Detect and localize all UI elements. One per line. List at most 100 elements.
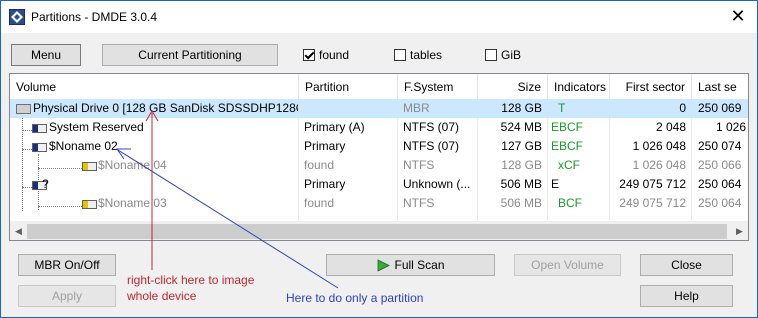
drive-icon <box>16 104 31 114</box>
menu-button-label: Menu <box>30 48 62 62</box>
cell-volume: System Reserved <box>49 120 144 134</box>
cell-size: 128 GB <box>501 158 542 172</box>
cell-last-sector: 250 074 <box>698 139 742 153</box>
menu-button[interactable]: Menu <box>11 44 81 66</box>
table-row[interactable]: $Noname 03 found NTFS 506 MB BCF 249 075… <box>10 194 748 213</box>
annotation-red-line-1: right-click here to image <box>127 273 255 287</box>
cell-last-sector: 250 064 <box>698 196 742 210</box>
cell-partition: Primary <box>304 139 346 153</box>
gib-checkbox-label: GiB <box>501 48 522 62</box>
open-volume-label: Open Volume <box>531 258 604 272</box>
gib-checkbox-box[interactable] <box>485 49 497 61</box>
cell-size: 127 GB <box>501 139 542 153</box>
cell-last-sector: 250 064 <box>698 177 742 191</box>
cell-indicators: T <box>558 101 566 115</box>
found-partition-icon <box>82 162 97 171</box>
tables-checkbox-box[interactable] <box>394 49 406 61</box>
current-partitioning-button[interactable]: Current Partitioning <box>102 44 278 66</box>
scroll-left-icon[interactable]: ◀ <box>10 222 27 240</box>
mbr-on-off-label: MBR On/Off <box>34 258 100 272</box>
close-label: Close <box>671 258 702 272</box>
column-header-last-sector[interactable]: Last se <box>692 74 748 99</box>
table-row[interactable]: ? Primary Unknown (... 506 MB E 249 075 … <box>10 175 748 194</box>
cell-partition: Primary (A) <box>304 120 365 134</box>
cell-volume: ? <box>42 177 49 191</box>
window-title: Partitions - DMDE 3.0.4 <box>31 10 158 24</box>
cell-first-sector: 2 048 <box>655 120 686 134</box>
help-button[interactable]: Help <box>640 285 733 307</box>
cell-volume: Physical Drive 0 [128 GB SanDisk SDSSDHP… <box>33 101 298 115</box>
full-scan-button[interactable]: Full Scan <box>326 254 495 276</box>
column-header-indicators[interactable]: Indicators <box>548 74 610 99</box>
cell-last-sector: 250 069 <box>698 101 742 115</box>
cell-first-sector: 249 075 712 <box>619 177 686 191</box>
cell-last-sector: 250 066 <box>698 158 742 172</box>
horizontal-scrollbar[interactable]: ◀ ▶ <box>10 221 748 240</box>
close-button[interactable]: Close <box>640 254 733 276</box>
cell-fsystem: NTFS <box>403 196 435 210</box>
table-header: Volume Partition F.System Size Indicator… <box>10 74 748 100</box>
partition-icon <box>32 124 47 133</box>
tables-checkbox[interactable]: tables <box>394 47 442 63</box>
partition-icon <box>32 143 47 152</box>
cell-first-sector: 1 026 048 <box>632 139 686 153</box>
cell-fsystem: NTFS (07) <box>403 120 460 134</box>
cell-first-sector: 1 026 048 <box>632 158 686 172</box>
table-row[interactable]: $Noname 02 Primary NTFS (07) 127 GB EBCF… <box>10 137 748 156</box>
cell-volume: $Noname 02 <box>49 139 118 153</box>
cell-indicators: E <box>551 177 560 191</box>
cell-indicators: BCF <box>558 196 582 210</box>
table-row[interactable]: $Noname 04 found NTFS 128 GB xCF 1 026 0… <box>10 156 748 175</box>
cell-fsystem: NTFS <box>403 158 435 172</box>
annotation-partition: Here to do only a partition <box>286 291 424 305</box>
full-scan-label: Full Scan <box>394 258 445 272</box>
found-partition-icon <box>82 200 97 209</box>
cell-indicators: EBCF <box>551 139 584 153</box>
current-partitioning-label: Current Partitioning <box>138 48 242 62</box>
mbr-on-off-button[interactable]: MBR On/Off <box>18 254 116 276</box>
title-bar[interactable]: Partitions - DMDE 3.0.4 ✕ <box>1 1 757 33</box>
column-header-size[interactable]: Size <box>478 74 548 99</box>
cell-first-sector: 249 075 712 <box>619 196 686 210</box>
column-header-volume[interactable]: Volume <box>10 74 299 99</box>
scrollbar-thumb[interactable] <box>27 224 727 239</box>
annotation-red-line-2: whole device <box>127 289 197 303</box>
help-label: Help <box>674 289 699 303</box>
partitions-table[interactable]: Volume Partition F.System Size Indicator… <box>9 73 749 241</box>
cell-partition: found <box>304 196 335 210</box>
tables-checkbox-label: tables <box>410 48 443 62</box>
close-window-icon[interactable]: ✕ <box>727 5 749 27</box>
open-volume-button[interactable]: Open Volume <box>514 254 621 276</box>
cell-fsystem: Unknown (... <box>403 177 471 191</box>
found-checkbox-label: found <box>319 48 350 62</box>
cell-fsystem: MBR <box>403 101 430 115</box>
column-header-partition[interactable]: Partition <box>299 74 398 99</box>
table-row[interactable]: Physical Drive 0 [128 GB SanDisk SDSSDHP… <box>10 99 748 118</box>
cell-size: 524 MB <box>500 120 542 134</box>
apply-button[interactable]: Apply <box>18 285 116 307</box>
cell-indicators: EBCF <box>551 120 584 134</box>
gib-checkbox[interactable]: GiB <box>485 47 521 63</box>
cell-volume: $Noname 03 <box>98 196 167 210</box>
found-checkbox[interactable]: found <box>303 47 349 63</box>
cell-fsystem: NTFS (07) <box>403 139 460 153</box>
cell-volume: $Noname 04 <box>98 158 167 172</box>
dmde-app-icon <box>9 9 25 25</box>
partitions-window: Partitions - DMDE 3.0.4 ✕ Menu Current P… <box>0 0 758 318</box>
table-row[interactable]: System Reserved Primary (A) NTFS (07) 52… <box>10 118 748 137</box>
column-header-first-sector[interactable]: First sector <box>610 74 692 99</box>
cell-last-sector: 1 026 <box>715 120 746 134</box>
apply-label: Apply <box>51 289 83 303</box>
column-header-fsystem[interactable]: F.System <box>398 74 478 99</box>
cell-partition: found <box>304 158 335 172</box>
scroll-right-icon[interactable]: ▶ <box>731 222 748 240</box>
cell-partition: Primary <box>304 177 346 191</box>
cell-size: 128 GB <box>501 101 542 115</box>
found-checkbox-box[interactable] <box>303 49 315 61</box>
cell-partition <box>304 99 394 118</box>
cell-first-sector: 0 <box>679 101 686 115</box>
cell-indicators: xCF <box>558 158 580 172</box>
annotation-image-device: right-click here to image whole device <box>127 272 254 304</box>
cell-size: 506 MB <box>500 177 542 191</box>
cell-size: 506 MB <box>500 196 542 210</box>
